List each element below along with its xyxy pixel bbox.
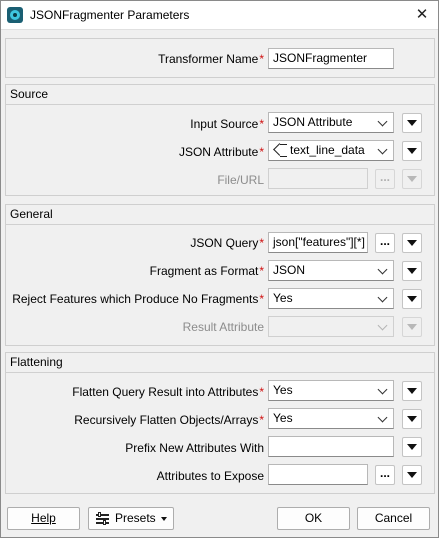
recursive-flatten-label: Recursively Flatten Objects/Arrays* xyxy=(74,413,264,427)
flattening-separator xyxy=(5,372,435,373)
chevron-down-icon xyxy=(379,387,387,395)
window-title: JSONFragmenter Parameters xyxy=(30,8,190,22)
expose-label: Attributes to Expose xyxy=(156,469,264,483)
chevron-down-icon xyxy=(379,323,387,331)
result-attribute-select[interactable] xyxy=(268,316,394,337)
reject-features-menu-button[interactable] xyxy=(402,289,422,309)
general-separator xyxy=(5,224,435,225)
cancel-button[interactable]: Cancel xyxy=(357,507,430,530)
general-group-title: General xyxy=(10,207,53,221)
expose-browse-button[interactable]: ... xyxy=(375,465,395,485)
input-source-menu-button[interactable] xyxy=(402,113,422,133)
file-url-label: File/URL xyxy=(217,173,264,187)
caret-down-icon xyxy=(161,517,167,521)
fragment-format-select[interactable]: JSON xyxy=(268,260,394,281)
json-attribute-menu-button[interactable] xyxy=(402,141,422,161)
help-button[interactable]: Help xyxy=(7,507,80,530)
chevron-down-icon xyxy=(379,119,387,127)
app-icon xyxy=(7,7,23,23)
fragment-format-menu-button[interactable] xyxy=(402,261,422,281)
file-url-input[interactable] xyxy=(268,168,368,189)
flattening-group-title: Flattening xyxy=(10,355,63,369)
file-url-browse-button[interactable]: ... xyxy=(375,169,395,189)
prefix-label: Prefix New Attributes With xyxy=(125,441,264,455)
chevron-down-icon xyxy=(379,147,387,155)
json-query-input[interactable]: json["features"][*] xyxy=(268,232,368,253)
prefix-menu-button[interactable] xyxy=(402,437,422,457)
source-separator xyxy=(5,104,435,105)
flatten-query-select[interactable]: Yes xyxy=(268,380,394,401)
reject-features-select[interactable]: Yes xyxy=(268,288,394,309)
transformer-name-input[interactable]: JSONFragmenter xyxy=(268,48,394,69)
result-attribute-menu-button[interactable] xyxy=(402,317,422,337)
transformer-name-label: Transformer Name* xyxy=(158,52,264,66)
json-attribute-label: JSON Attribute* xyxy=(178,145,264,159)
result-attribute-label: Result Attribute xyxy=(182,320,264,334)
expose-menu-button[interactable] xyxy=(402,465,422,485)
fragment-format-label: Fragment as Format* xyxy=(149,264,264,278)
attribute-icon xyxy=(273,144,287,157)
chevron-down-icon xyxy=(379,267,387,275)
json-attribute-select[interactable]: text_line_data xyxy=(268,140,394,161)
chevron-down-icon xyxy=(379,295,387,303)
chevron-down-icon xyxy=(379,415,387,423)
prefix-input[interactable] xyxy=(268,436,394,457)
file-url-menu-button[interactable] xyxy=(402,169,422,189)
json-query-menu-button[interactable] xyxy=(402,233,422,253)
recursive-flatten-select[interactable]: Yes xyxy=(268,408,394,429)
recursive-flatten-menu-button[interactable] xyxy=(402,409,422,429)
input-source-label: Input Source* xyxy=(190,117,264,131)
sliders-icon xyxy=(96,512,109,525)
title-bar: JSONFragmenter Parameters ✕ xyxy=(0,0,439,30)
input-source-select[interactable]: JSON Attribute xyxy=(268,112,394,133)
flatten-query-menu-button[interactable] xyxy=(402,381,422,401)
json-query-label: JSON Query* xyxy=(190,236,264,250)
presets-button[interactable]: Presets xyxy=(88,507,174,530)
expose-input[interactable] xyxy=(268,464,368,485)
close-icon[interactable]: ✕ xyxy=(405,0,439,30)
source-group-title: Source xyxy=(10,87,49,101)
json-query-editor-button[interactable]: ... xyxy=(375,233,395,253)
ok-button[interactable]: OK xyxy=(277,507,350,530)
flatten-query-label: Flatten Query Result into Attributes* xyxy=(72,385,264,399)
reject-features-label: Reject Features which Produce No Fragmen… xyxy=(12,292,264,306)
